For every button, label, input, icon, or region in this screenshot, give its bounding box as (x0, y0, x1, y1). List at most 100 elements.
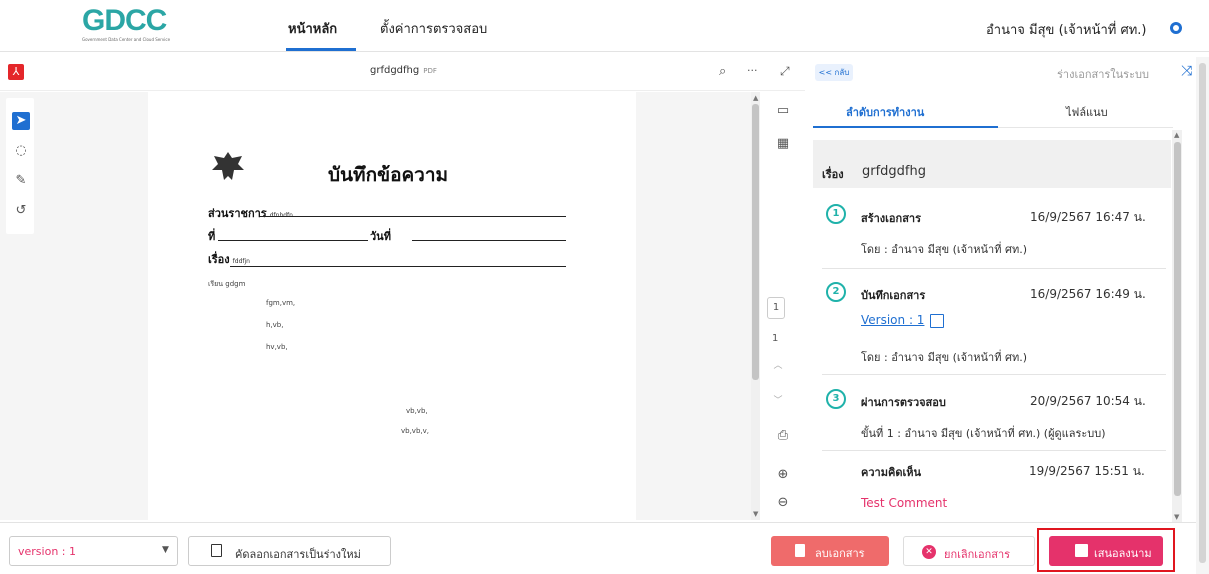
lasso-tool-icon[interactable]: ↺ (12, 202, 30, 220)
scroll-up-icon[interactable]: ▲ (753, 94, 758, 102)
page-total: 1 (772, 333, 779, 344)
more-icon[interactable]: ··· (747, 64, 758, 77)
shuffle-icon[interactable]: ⤨ (1181, 63, 1192, 79)
nav-active-indicator (286, 48, 356, 51)
prev-page-icon[interactable]: ︿ (770, 358, 786, 371)
step-by: โดย : อำนาจ มีสุข (เจ้าหน้าที่ ศท.) (861, 351, 1027, 364)
step-date: 16/9/2567 16:49 น. (1030, 287, 1146, 301)
ref-line: ที่ (208, 227, 215, 245)
pdf-page: บันทึกข้อความ ส่วนราชการdfnhdfn ที่ วันท… (148, 92, 636, 520)
scroll-thumb[interactable] (1174, 142, 1181, 496)
subject-underline (230, 266, 566, 267)
select-tool-icon[interactable]: ➤ (12, 112, 30, 130)
comment-label: ความคิดเห็น (861, 466, 921, 479)
tab-divider (998, 127, 1173, 128)
sign-button-label: เสนอลงนาม (1094, 547, 1152, 560)
expand-icon[interactable]: ⤢ (780, 64, 790, 79)
nav-settings[interactable]: ตั้งค่าการตรวจสอบ (380, 18, 487, 39)
next-page-icon[interactable]: ﹀ (770, 393, 786, 406)
to-line: เรียน gdgm (208, 280, 246, 288)
scroll-down-icon[interactable]: ▼ (753, 510, 758, 518)
file-name: grfdgdfhg (370, 65, 420, 76)
scroll-thumb[interactable] (1199, 63, 1206, 563)
gear-icon[interactable] (1170, 22, 1182, 34)
step-by: โดย : อำนาจ มีสุข (เจ้าหน้าที่ ศท.) (861, 243, 1027, 256)
cancel-document-button[interactable]: ✕ ยกเลิกเอกสาร (903, 536, 1035, 566)
step-date: 16/9/2567 16:47 น. (1030, 210, 1146, 224)
copy-button-label: คัดลอกเอกสารเป็นร่างใหม่ (235, 548, 361, 561)
sign-icon (1075, 544, 1088, 557)
subject-label: เรื่อง (822, 168, 844, 181)
step-number: 1 (826, 204, 846, 224)
tab-attachments[interactable]: ไฟล์แนบ (1066, 103, 1108, 121)
external-link-icon[interactable] (930, 314, 944, 328)
agency-line: ส่วนราชการdfnhdfn (208, 204, 293, 222)
step-number: 2 (826, 282, 846, 302)
page-margin (636, 92, 751, 520)
step-number: 3 (826, 389, 846, 409)
doc-subject-value: fddfjn (232, 258, 250, 265)
step-title: บันทึกเอกสาร (861, 289, 926, 302)
body-line: vb,vb,v, (401, 427, 429, 435)
doc-subject-label: เรื่อง (208, 253, 230, 266)
step-by: ขั้นที่ 1 : อำนาจ มีสุข (เจ้าหน้าที่ ศท.… (861, 427, 1106, 440)
pdf-icon: ⅄ (8, 64, 24, 80)
date-line: วันที่ (370, 227, 391, 245)
user-name[interactable]: อำนาจ มีสุข (เจ้าหน้าที่ ศท.) (986, 19, 1146, 40)
subject-value: grfdgdfhg (862, 164, 926, 179)
nav-home[interactable]: หน้าหลัก (288, 18, 337, 39)
scroll-down-icon[interactable]: ▼ (1174, 513, 1179, 521)
propose-sign-button[interactable]: เสนอลงนาม (1049, 536, 1163, 566)
step-title: ผ่านการตรวจสอบ (861, 396, 946, 409)
search-icon[interactable]: ⌕ (719, 64, 726, 79)
step-divider (822, 268, 1166, 269)
version-link[interactable]: Version : 1 (861, 313, 924, 327)
doc-title: บันทึกข้อความ (328, 164, 449, 186)
step-divider (822, 374, 1166, 375)
logo-text: GDCC (82, 4, 167, 37)
cancel-button-label: ยกเลิกเอกสาร (944, 548, 1011, 561)
top-bar: GDCC Government Data Center and Cloud Se… (0, 0, 1209, 52)
body-line: hv,vb, (266, 343, 288, 351)
ref-label: ที่ (208, 230, 216, 243)
body-line: h,vb, (266, 321, 284, 329)
zoom-in-icon[interactable]: ⊕ (775, 467, 791, 482)
agency-label: ส่วนราชการ (208, 207, 267, 220)
gdcc-logo[interactable]: GDCC Government Data Center and Cloud Se… (82, 4, 174, 43)
step-divider (822, 450, 1166, 451)
date-label: วันที่ (370, 230, 391, 243)
copy-as-draft-button[interactable]: คัดลอกเอกสารเป็นร่างใหม่ (188, 536, 391, 566)
comment-text: Test Comment (861, 496, 948, 510)
logo-subtitle: Government Data Center and Cloud Service (82, 37, 171, 42)
zoom-out-icon[interactable]: ⊖ (775, 495, 791, 510)
tab-active-indicator (813, 126, 998, 128)
pen-tool-icon[interactable]: ✎ (12, 172, 30, 190)
page-number-input[interactable]: 1 (767, 297, 785, 319)
step-date: 20/9/2567 10:54 น. (1030, 394, 1146, 408)
body-line: fgm,vm, (266, 299, 296, 307)
panel-scrollbar[interactable]: ▲ ▼ (1172, 130, 1182, 522)
page-settings-icon[interactable]: ⎙ (775, 428, 791, 443)
trash-icon (795, 544, 805, 557)
delete-document-button[interactable]: ลบเอกสาร (771, 536, 889, 566)
comment-date: 19/9/2567 15:51 น. (1029, 464, 1145, 478)
thumbnails-icon[interactable]: ▦ (775, 136, 791, 151)
garuda-emblem (212, 152, 244, 180)
file-type: PDF (423, 67, 437, 75)
scroll-up-icon[interactable]: ▲ (1174, 131, 1179, 139)
back-button[interactable]: << กลับ (815, 64, 853, 81)
comment-tool-icon[interactable]: ◌ (12, 142, 30, 160)
date-underline (412, 240, 566, 241)
version-select[interactable]: version : 1 ▼ (9, 536, 178, 566)
delete-button-label: ลบเอกสาร (815, 547, 865, 560)
status-label: ร่างเอกสารในระบบ (1057, 68, 1149, 81)
agency-underline (260, 216, 566, 217)
pdf-scrollbar[interactable]: ▲ ▼ (751, 92, 760, 520)
step-title: สร้างเอกสาร (861, 212, 921, 225)
chevron-down-icon: ▼ (162, 545, 169, 555)
scroll-thumb[interactable] (752, 104, 759, 380)
tab-workflow[interactable]: ลำดับการทำงาน (846, 103, 924, 121)
comments-icon[interactable]: ▭ (775, 103, 791, 118)
close-icon: ✕ (922, 545, 936, 559)
page-scrollbar[interactable] (1196, 57, 1209, 574)
